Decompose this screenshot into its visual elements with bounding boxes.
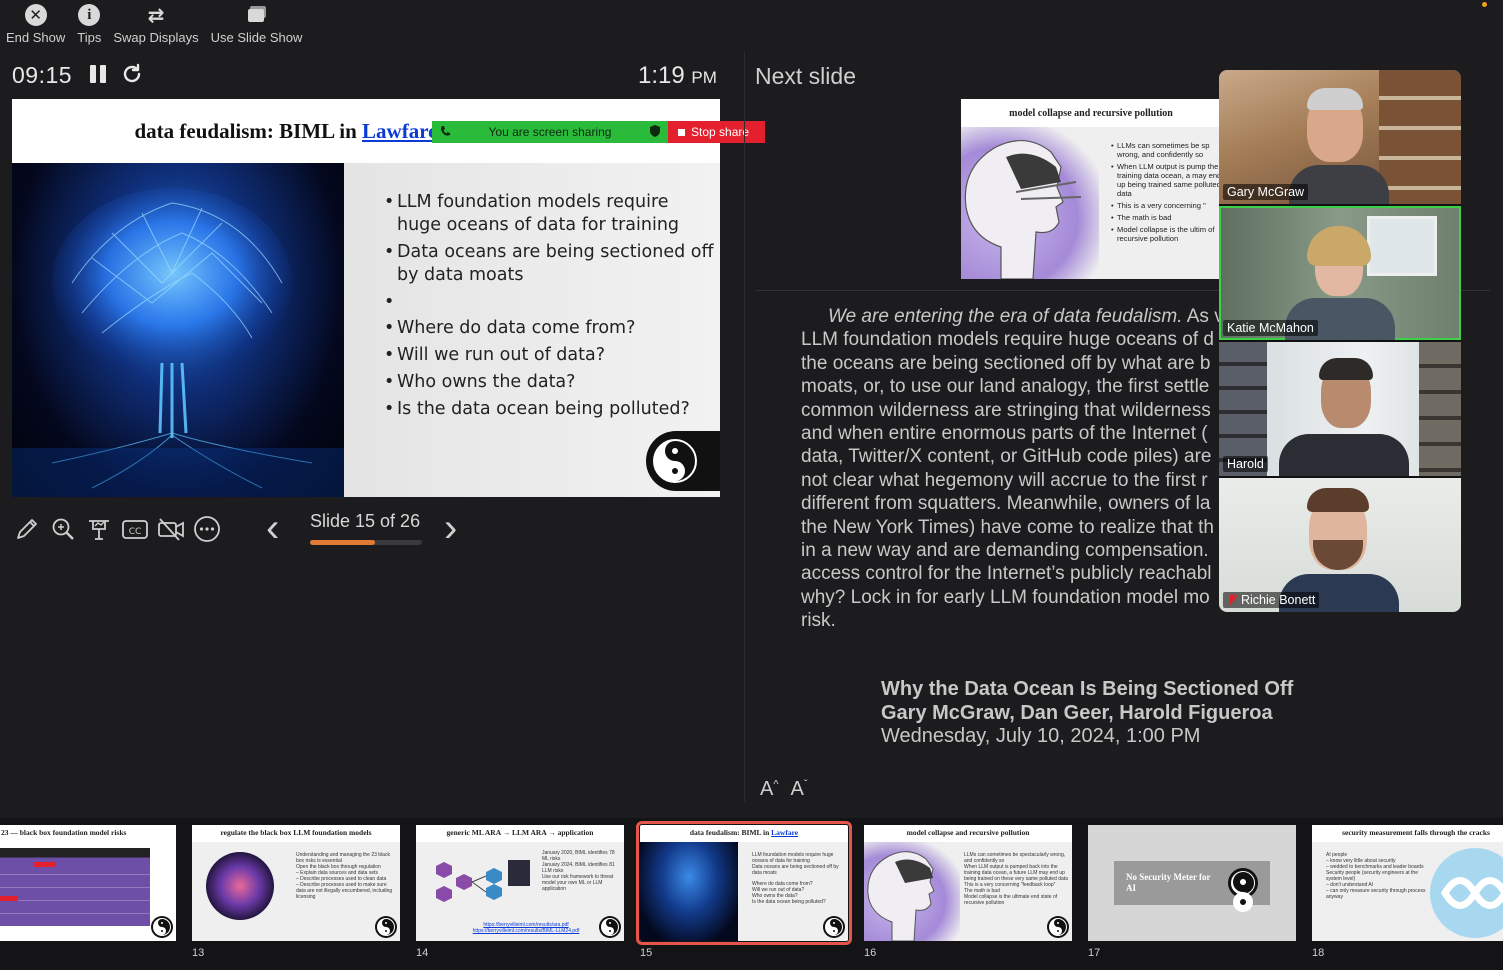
screen-sharing-status[interactable]: You are screen sharing bbox=[432, 121, 668, 143]
lawfare-link[interactable]: Lawfare bbox=[362, 119, 437, 144]
current-time: 1:19 PM bbox=[638, 62, 717, 89]
ara-diagram bbox=[436, 860, 530, 902]
biml-logo bbox=[1228, 868, 1258, 898]
abstract-circle-image bbox=[206, 852, 274, 920]
phone-icon bbox=[440, 125, 450, 140]
head-profile-image bbox=[864, 842, 960, 941]
infinity-graphic bbox=[1430, 848, 1503, 938]
notes-font-size-controls: A^ Aˇ bbox=[760, 778, 808, 801]
reset-timer-icon[interactable] bbox=[120, 62, 144, 86]
thumbnail-number: 18 bbox=[1312, 947, 1325, 959]
neural-tree-image bbox=[640, 842, 738, 941]
svg-text:CC: CC bbox=[129, 527, 142, 537]
risk-table-graphic bbox=[0, 848, 150, 926]
current-slide-bullets: LLM foundation models require huge ocean… bbox=[384, 191, 714, 425]
more-options-icon[interactable] bbox=[192, 512, 222, 546]
article-authors: Gary McGraw, Dan Geer, Harold Figueroa bbox=[881, 701, 1273, 724]
llm-ara-link[interactable]: https://berryvilleiml.com/results/BIML-L… bbox=[456, 928, 596, 934]
biml-logo bbox=[1047, 916, 1069, 938]
recording-indicator bbox=[1482, 2, 1487, 7]
thumbnail-number: 16 bbox=[864, 947, 877, 959]
swap-arrows-icon: ⇄ bbox=[147, 4, 165, 27]
end-show-button[interactable]: ✕ End Show bbox=[0, 0, 71, 48]
participant-name: Richie Bonett bbox=[1223, 592, 1320, 608]
pane-divider[interactable] bbox=[744, 52, 745, 802]
participant-tile[interactable]: Gary McGraw bbox=[1219, 70, 1461, 204]
slide-counter: Slide 15 of 26 bbox=[310, 511, 421, 531]
article-date: Wednesday, July 10, 2024, 1:00 PM bbox=[881, 725, 1201, 747]
subtitles-icon[interactable]: CC bbox=[120, 512, 150, 546]
bullet: Where do data come from? bbox=[384, 317, 714, 340]
thumbnail-number: 14 bbox=[416, 947, 429, 959]
biml-logo bbox=[599, 916, 621, 938]
stop-icon bbox=[678, 128, 685, 136]
next-slide-label: Next slide bbox=[755, 63, 856, 89]
camera-off-icon[interactable] bbox=[156, 512, 186, 546]
close-icon: ✕ bbox=[24, 4, 47, 26]
pen-tool-icon[interactable] bbox=[12, 512, 42, 546]
article-title: Why the Data Ocean Is Being Sectioned Of… bbox=[881, 678, 1294, 700]
next-slide-preview[interactable]: model collapse and recursive pollution L… bbox=[961, 99, 1221, 279]
participant-name: Gary McGraw bbox=[1223, 184, 1309, 200]
bullet: Who owns the data? bbox=[384, 371, 714, 394]
participant-tile-active-speaker[interactable]: Katie McMahon bbox=[1219, 206, 1461, 340]
stop-share-button[interactable]: Stop share bbox=[668, 121, 765, 143]
slide-banner-text: No Security Meter for AI bbox=[1126, 872, 1211, 893]
shield-icon bbox=[649, 124, 660, 140]
bullet: Will we run out of data? bbox=[384, 344, 714, 367]
zoom-icon[interactable] bbox=[48, 512, 78, 546]
slide-thumbnail[interactable]: model collapse and recursive pollution L… bbox=[864, 825, 1072, 941]
slide-thumbnail[interactable]: 23 — black box foundation model risks bbox=[0, 825, 176, 941]
video-gallery: Gary McGraw Katie McMahon Harold Richie … bbox=[1219, 70, 1461, 612]
presenter-view-icon[interactable] bbox=[84, 512, 114, 546]
next-slide-bullets: LLMs can sometimes be sp wrong, and conf… bbox=[1111, 141, 1221, 246]
decrease-font-button[interactable]: Aˇ bbox=[791, 778, 808, 801]
slide-thumbnail[interactable]: regulate the black box LLM foundation mo… bbox=[192, 825, 400, 941]
pause-timer-icon[interactable] bbox=[90, 65, 108, 83]
biml-logo bbox=[151, 916, 173, 938]
participant-name: Harold bbox=[1223, 456, 1268, 472]
head-profile-image bbox=[961, 127, 1099, 279]
yin-yang-icon bbox=[653, 439, 697, 483]
slides-stack-icon bbox=[246, 4, 268, 26]
current-slide[interactable]: data feudalism: BIML in Lawfare • LLM fo… bbox=[12, 99, 720, 497]
speaker-notes[interactable]: We are entering the era of data feudalis… bbox=[756, 305, 1220, 635]
increase-font-button[interactable]: A^ bbox=[760, 778, 779, 801]
use-slide-show-button[interactable]: Use Slide Show bbox=[205, 0, 309, 48]
thumbnail-number: 13 bbox=[192, 947, 205, 959]
thumbnail-number: 15 bbox=[640, 947, 653, 959]
neural-tree-image bbox=[12, 163, 344, 497]
tips-button[interactable]: i Tips bbox=[71, 0, 107, 48]
biml-logo bbox=[375, 916, 397, 938]
participant-name: Katie McMahon bbox=[1223, 320, 1318, 336]
bullet: Data oceans are being sectioned off by d… bbox=[384, 241, 714, 287]
screen-share-bar: You are screen sharing Stop share bbox=[432, 121, 765, 143]
current-slide-body: LLM foundation models require huge ocean… bbox=[12, 163, 720, 497]
biml-logo bbox=[823, 916, 845, 938]
biml-logo bbox=[646, 431, 720, 491]
slide-thumbnail[interactable]: No Security Meter for AI bbox=[1088, 825, 1296, 941]
thumbnail-number: 17 bbox=[1088, 947, 1101, 959]
participant-tile[interactable]: Harold bbox=[1219, 342, 1461, 476]
slide-thumbnail-current[interactable]: data feudalism: BIML in Lawfare LLM foun… bbox=[636, 821, 852, 945]
participant-tile[interactable]: Richie Bonett bbox=[1219, 478, 1461, 612]
mic-muted-icon bbox=[1227, 594, 1237, 606]
notes-credits: Why the Data Ocean Is Being Sectioned Of… bbox=[881, 678, 1293, 749]
previous-slide-button[interactable]: ‹ bbox=[266, 508, 279, 548]
next-slide-title: model collapse and recursive pollution bbox=[1009, 107, 1173, 119]
slide-thumbnail[interactable]: security measurement falls through the c… bbox=[1312, 825, 1503, 941]
slide-filmstrip: 23 — black box foundation model risks re… bbox=[0, 818, 1503, 970]
info-icon: i bbox=[78, 4, 101, 26]
slide-thumbnail[interactable]: generic ML ARA → LLM ARA → application J… bbox=[416, 825, 624, 941]
next-slide-button[interactable]: › bbox=[444, 508, 457, 548]
slide-progress-fill bbox=[310, 540, 375, 545]
bullet: LLM foundation models require huge ocean… bbox=[384, 191, 714, 237]
swap-displays-button[interactable]: ⇄ Swap Displays bbox=[107, 0, 204, 48]
elapsed-timer: 09:15 bbox=[12, 62, 73, 88]
slide-tools: CC bbox=[12, 512, 222, 546]
bullet: Is the data ocean being polluted? bbox=[384, 398, 714, 421]
presenter-toolbar: ✕ End Show i Tips ⇄ Swap Displays Use Sl… bbox=[0, 0, 308, 48]
slide-progress-bar bbox=[310, 540, 422, 545]
